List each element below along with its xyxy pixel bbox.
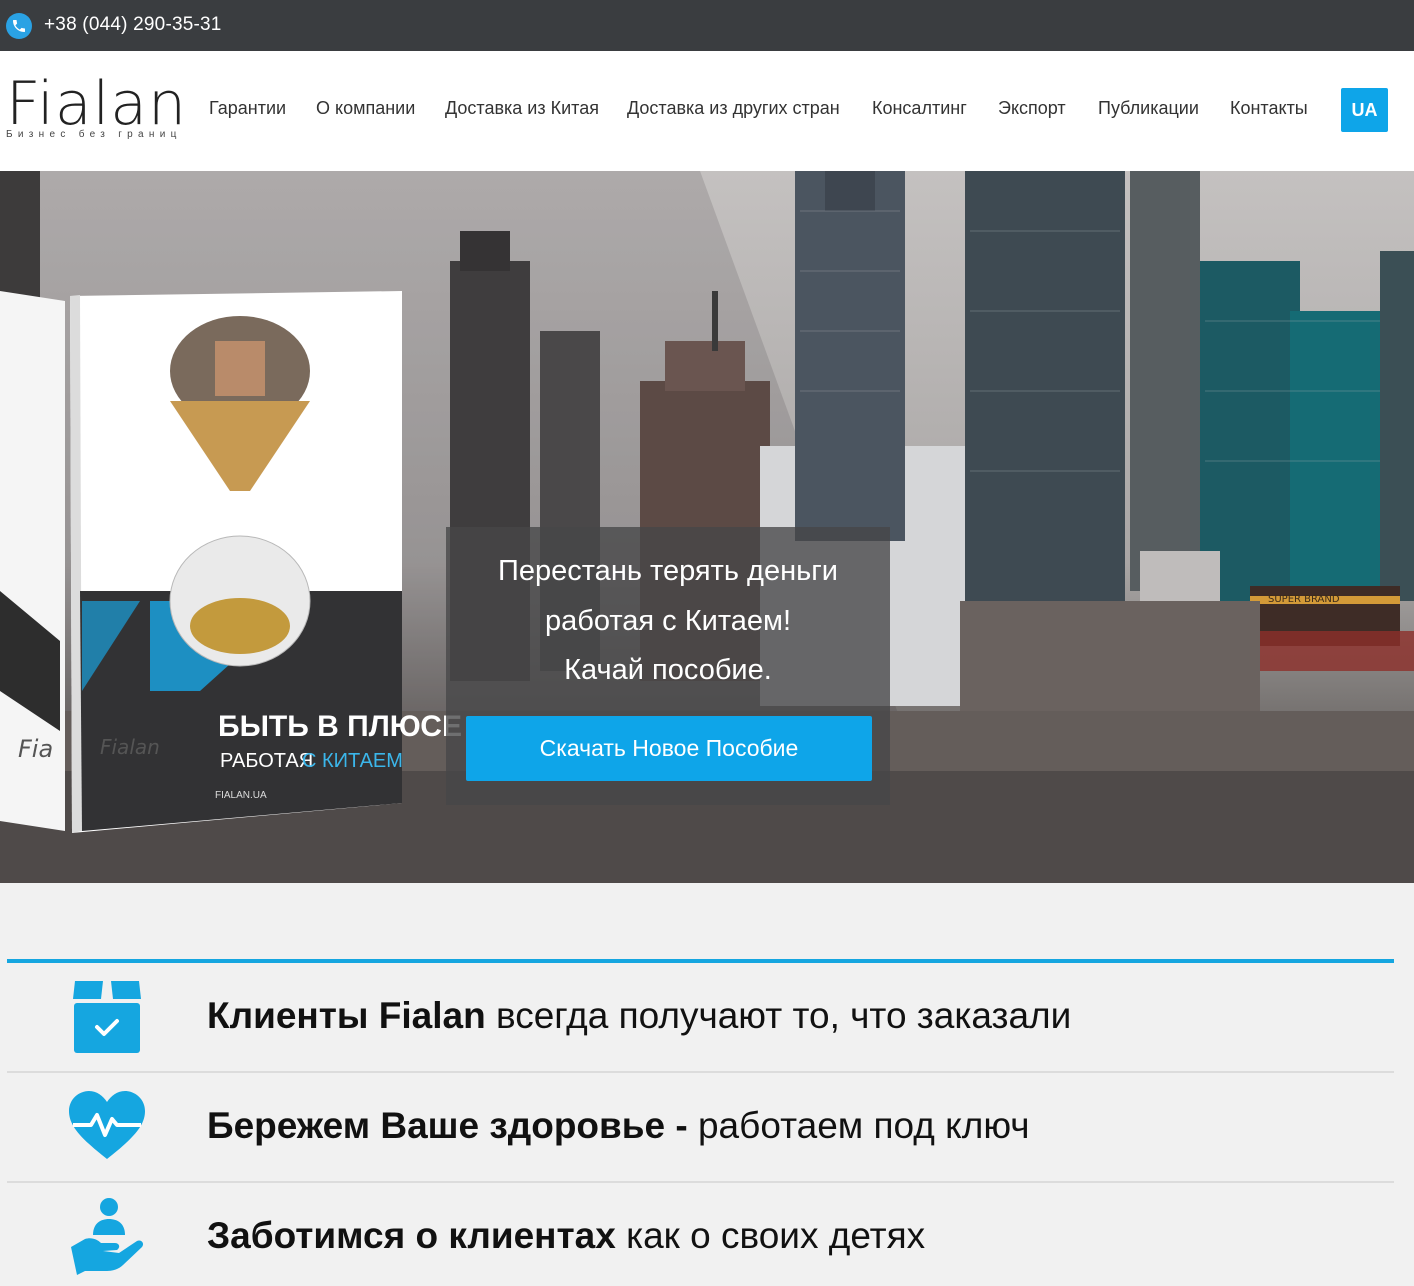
hero-caption-line-2: работая с Китаем!	[544, 605, 792, 637]
book-title-2b: С КИТАЕМ	[302, 750, 403, 772]
heart-pulse-icon	[67, 1087, 147, 1167]
feature-bold: Бережем Ваше здоровье -	[207, 1105, 688, 1146]
phone-number[interactable]: +38 (044) 290-35-31	[44, 14, 222, 36]
feature-text: Клиенты Fialan всегда получают то, что з…	[207, 995, 1071, 1037]
hero-caption-line-3: Качай пособие.	[564, 654, 772, 686]
book-brand: Fialan	[100, 735, 160, 759]
feature-row: Клиенты Fialan всегда получают то, что з…	[7, 963, 1394, 1071]
nav-item-contacts[interactable]: Контакты	[1230, 98, 1308, 119]
logo-tagline: Бизнес без границ	[6, 129, 182, 140]
feature-row: Заботимся о клиентах как о своих детях	[7, 1183, 1394, 1286]
sign-text: SUPER BRAND	[1268, 594, 1340, 605]
book-site: FIALAN.UA	[215, 790, 267, 801]
feature-rest: всегда получают то, что заказали	[485, 995, 1072, 1036]
feature-rest: работаем под ключ	[687, 1105, 1030, 1146]
feature-rest: как о своих детях	[615, 1215, 926, 1256]
book-title-1: БЫТЬ В ПЛЮСЕ	[218, 710, 462, 743]
logo[interactable]: Fialan Бизнес без границ	[6, 69, 188, 149]
feature-text: Заботимся о клиентах как о своих детях	[207, 1215, 925, 1257]
book-brand-back: Fia	[18, 735, 53, 763]
download-guide-button[interactable]: Скачать Новое Пособие	[466, 716, 872, 781]
feature-bold: Заботимся о клиентах	[207, 1215, 616, 1256]
nav-item-publications[interactable]: Публикации	[1098, 98, 1199, 119]
hero-banner: SUPER BRAND Fia Fialan БЫТЬ В ПЛЮСЕ РАБО…	[0, 171, 1414, 883]
feature-bold: Клиенты Fialan	[207, 995, 486, 1036]
feature-text: Бережем Ваше здоровье - работаем под клю…	[207, 1105, 1030, 1147]
nav-item-delivery-other[interactable]: Доставка из других стран	[627, 98, 840, 119]
hero-caption-line-1: Перестань терять деньги	[498, 555, 838, 587]
nav-item-consulting[interactable]: Консалтинг	[872, 98, 967, 119]
phone-icon	[6, 13, 32, 39]
site-header: Fialan Бизнес без границ Гарантии О комп…	[0, 51, 1414, 171]
nav-item-guarantees[interactable]: Гарантии	[209, 98, 286, 119]
nav-item-delivery-china[interactable]: Доставка из Китая	[445, 98, 599, 119]
nav-item-about[interactable]: О компании	[316, 98, 415, 119]
language-switch-button[interactable]: UA	[1341, 88, 1388, 132]
nav-item-export[interactable]: Экспорт	[998, 98, 1066, 119]
care-hand-icon	[67, 1195, 147, 1275]
box-check-icon	[67, 977, 147, 1057]
feature-row: Бережем Ваше здоровье - работаем под клю…	[7, 1073, 1394, 1181]
top-bar: +38 (044) 290-35-31	[0, 0, 1414, 51]
book-title-2a: РАБОТАЯ	[220, 750, 313, 772]
